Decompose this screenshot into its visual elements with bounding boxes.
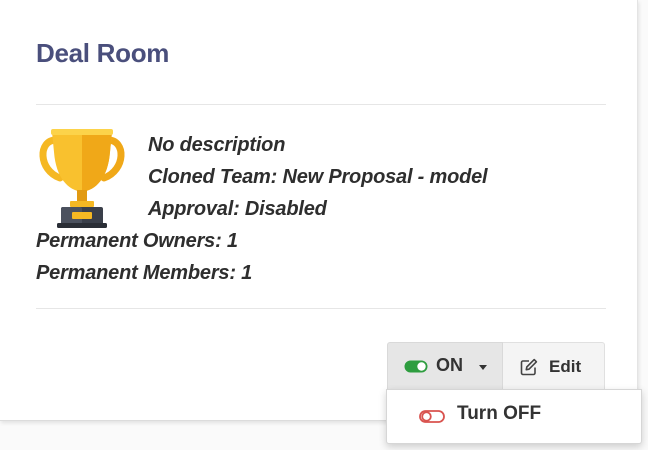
status-toggle-button[interactable]: ON — [387, 342, 503, 390]
edit-button[interactable]: Edit — [503, 342, 605, 390]
permanent-owners-text: Permanent Owners: 1 — [36, 230, 238, 252]
divider-bottom — [36, 308, 606, 309]
edit-icon — [520, 358, 538, 376]
card-title: Deal Room — [36, 38, 170, 68]
description-text: No description — [148, 134, 286, 156]
menu-item-turn-off[interactable]: Turn OFF — [387, 390, 641, 443]
menu-item-label: Turn OFF — [457, 403, 542, 424]
edit-label: Edit — [549, 357, 582, 376]
permanent-members-text: Permanent Members: 1 — [36, 262, 253, 284]
page: Deal Room No description Cloned Team: Ne… — [0, 0, 648, 450]
cloned-team-text: Cloned Team: New Proposal - model — [148, 166, 488, 188]
approval-text: Approval: Disabled — [148, 198, 327, 220]
toggle-on-icon — [404, 360, 428, 373]
trophy-icon — [39, 129, 125, 228]
chevron-down-icon — [479, 365, 487, 370]
toggle-off-icon — [419, 410, 445, 423]
divider-top — [36, 104, 606, 105]
toggle-label: ON — [436, 355, 463, 375]
toggle-dropdown-menu: Turn OFF — [386, 389, 642, 444]
